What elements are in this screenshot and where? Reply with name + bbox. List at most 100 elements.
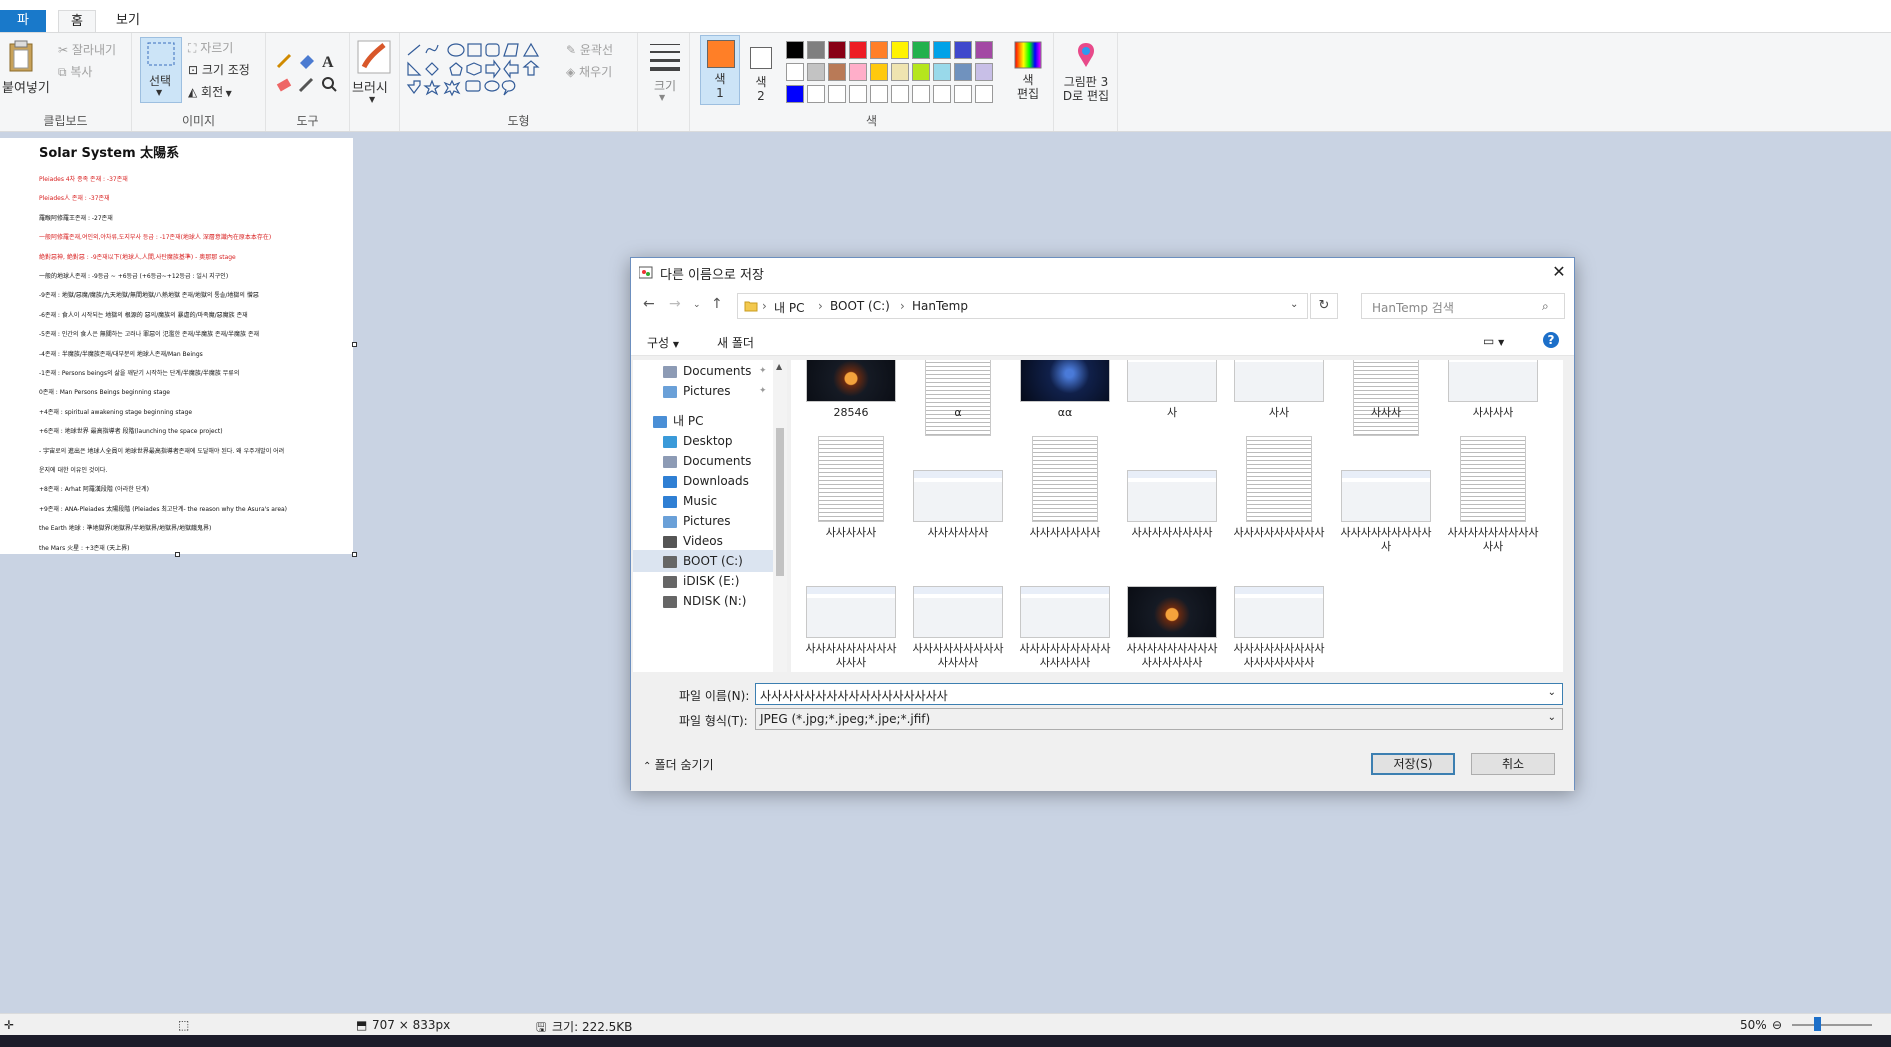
nav-scrollbar[interactable]: ▲ <box>773 360 787 672</box>
color-swatch[interactable] <box>933 63 951 81</box>
color-swatch[interactable] <box>975 63 993 81</box>
address-dropdown-icon[interactable]: ⌄ <box>1290 299 1298 310</box>
filetype-select[interactable]: JPEG (*.jpg;*.jpeg;*.jpe;*.jfif) ⌄ <box>755 708 1563 730</box>
tab-home[interactable]: 홈 <box>58 10 96 32</box>
forward-arrow-icon[interactable]: → <box>669 296 681 312</box>
address-bar[interactable]: › 내 PC › BOOT (C:) › HanTemp ⌄ <box>737 293 1308 319</box>
search-input[interactable]: HanTemp 검색 ⌕ <box>1361 293 1565 319</box>
shapes-gallery[interactable] <box>404 41 556 99</box>
color-swatch[interactable] <box>954 41 972 59</box>
color-swatch[interactable] <box>912 63 930 81</box>
nav-item[interactable]: Documents ✦ <box>633 360 767 382</box>
new-folder-button[interactable]: 새 폴더 <box>717 334 754 351</box>
color-swatch[interactable] <box>807 85 825 103</box>
filename-input[interactable]: 사사사사사사사사사사사사사사사사사 ⌄ <box>755 683 1563 705</box>
color-swatch[interactable] <box>849 41 867 59</box>
nav-item[interactable]: Pictures <box>633 510 731 532</box>
paste-label[interactable]: 붙여넣기 <box>2 77 50 96</box>
color-swatch[interactable] <box>933 41 951 59</box>
canvas-resize-handle-bottom[interactable] <box>175 552 180 557</box>
eraser-icon[interactable] <box>276 78 292 92</box>
brush-group[interactable]: 브러시 ▼ <box>350 33 400 131</box>
color-swatch[interactable] <box>870 85 888 103</box>
magnifier-icon[interactable] <box>322 77 337 92</box>
nav-item[interactable]: 내 PC <box>633 410 703 432</box>
address-segment-folder[interactable]: HanTemp <box>912 299 968 313</box>
color-swatch[interactable] <box>954 85 972 103</box>
nav-item[interactable]: Downloads <box>633 470 749 492</box>
nav-scroll-thumb[interactable] <box>776 428 784 576</box>
color-swatch[interactable] <box>912 85 930 103</box>
cancel-button[interactable]: 취소 <box>1471 753 1555 775</box>
pin-icon[interactable]: ✦ <box>759 380 767 402</box>
nav-item[interactable]: Documents <box>633 450 751 472</box>
text-icon[interactable]: A <box>322 54 334 71</box>
organize-button[interactable]: 구성 ▼ <box>647 334 679 351</box>
zoom-slider-track[interactable] <box>1792 1024 1872 1026</box>
close-icon[interactable]: ✕ <box>1544 258 1574 286</box>
recent-locations-chevron-icon[interactable]: ⌄ <box>693 300 701 310</box>
color-swatch[interactable] <box>807 63 825 81</box>
color-swatch[interactable] <box>891 41 909 59</box>
cut-button[interactable]: ✂ 잘라내기 <box>58 41 116 58</box>
color-swatch[interactable] <box>933 85 951 103</box>
paint3d-button[interactable]: 그림판 3 D로 편집 <box>1054 33 1118 131</box>
save-button[interactable]: 저장(S) <box>1371 753 1455 775</box>
help-icon[interactable]: ? <box>1543 332 1559 348</box>
color-swatch[interactable] <box>849 85 867 103</box>
address-segment-pc[interactable]: 내 PC <box>774 299 804 316</box>
color-swatch[interactable] <box>807 41 825 59</box>
refresh-icon[interactable]: ↻ <box>1310 293 1338 319</box>
color-swatch[interactable] <box>870 41 888 59</box>
paint-canvas[interactable]: Solar System 太陽系 Pleiades 4차 종족 존재 : -37… <box>0 138 353 554</box>
back-arrow-icon[interactable]: ← <box>643 296 655 312</box>
zoom-out-icon[interactable]: ⊖ <box>1772 1018 1782 1032</box>
nav-item[interactable]: Music <box>633 490 717 512</box>
color1-button[interactable]: 색 1 <box>700 35 740 105</box>
nav-item[interactable]: Videos <box>633 530 723 552</box>
paste-button[interactable] <box>6 39 36 73</box>
color-picker-icon[interactable] <box>298 77 314 93</box>
canvas-resize-handle-right[interactable] <box>352 342 357 347</box>
up-arrow-icon[interactable]: ↑ <box>711 296 723 312</box>
color-swatch[interactable] <box>891 63 909 81</box>
edit-colors-button[interactable]: 색 편집 <box>1008 37 1048 107</box>
color-swatch[interactable] <box>912 41 930 59</box>
scroll-up-icon[interactable]: ▲ <box>776 362 782 371</box>
color-swatch[interactable] <box>849 63 867 81</box>
color-swatch[interactable] <box>870 63 888 81</box>
nav-item[interactable]: NDISK (N:) <box>633 590 746 612</box>
fill-button[interactable]: ◈ 채우기 <box>566 63 612 80</box>
color-swatch[interactable] <box>786 41 804 59</box>
color-swatch[interactable] <box>828 85 846 103</box>
size-button[interactable]: 크기 ▼ <box>638 33 690 131</box>
pencil-icon[interactable] <box>276 53 292 69</box>
color-swatch[interactable] <box>954 63 972 81</box>
crop-button[interactable]: ⛶ 자르기 <box>188 39 233 56</box>
color-swatch[interactable] <box>975 85 993 103</box>
rotate-button[interactable]: ◭ 회전 ▼ <box>188 83 232 100</box>
resize-button[interactable]: ⊡ 크기 조정 <box>188 61 250 78</box>
canvas-resize-handle-corner[interactable] <box>352 552 357 557</box>
tab-file[interactable]: 파일 <box>0 10 46 50</box>
zoom-slider-thumb[interactable] <box>1814 1017 1821 1031</box>
nav-item[interactable]: iDISK (E:) <box>633 570 739 592</box>
fill-icon[interactable] <box>300 55 314 69</box>
select-button[interactable]: 선택 ▼ <box>140 37 182 103</box>
color-swatch[interactable] <box>975 41 993 59</box>
nav-item[interactable]: Desktop <box>633 430 733 452</box>
nav-item[interactable]: BOOT (C:) <box>633 550 773 572</box>
color-swatch[interactable] <box>891 85 909 103</box>
pin-icon[interactable]: ✦ <box>759 360 767 382</box>
outline-button[interactable]: ✎ 윤곽선 <box>566 41 613 58</box>
color-swatch[interactable] <box>786 63 804 81</box>
copy-button[interactable]: ⧉ 복사 <box>58 63 92 80</box>
address-segment-drive[interactable]: BOOT (C:) <box>830 299 890 313</box>
tab-view[interactable]: 보기 <box>104 10 152 32</box>
color-swatch[interactable] <box>828 63 846 81</box>
view-options-icon[interactable]: ▭ ▼ <box>1483 334 1504 348</box>
hide-folders-button[interactable]: ⌃ 폴더 숨기기 <box>643 756 714 773</box>
color2-button[interactable]: 색 2 <box>744 35 780 105</box>
color-swatch[interactable] <box>828 41 846 59</box>
color-swatch[interactable] <box>786 85 804 103</box>
